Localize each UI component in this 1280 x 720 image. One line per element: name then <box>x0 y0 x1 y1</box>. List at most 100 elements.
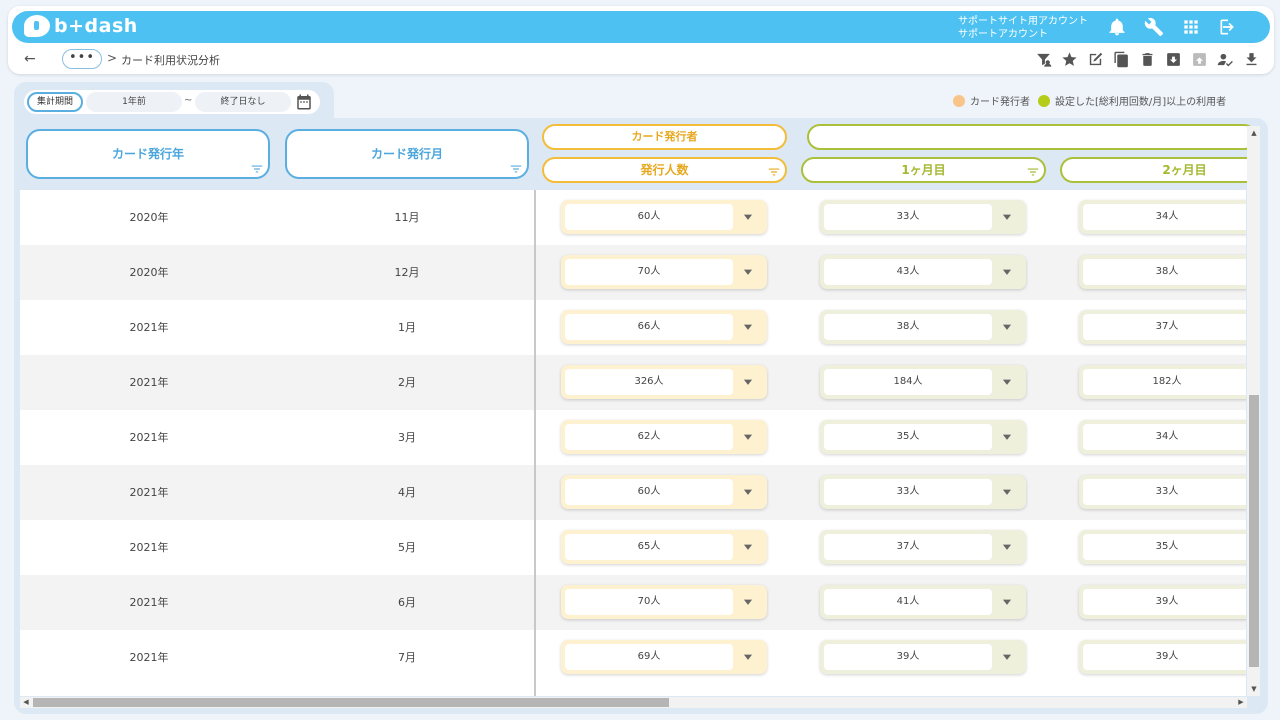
logout-icon[interactable] <box>1216 15 1240 39</box>
scroll-up-arrow-icon[interactable]: ▲ <box>1249 128 1259 138</box>
wrench-icon[interactable] <box>1142 15 1166 39</box>
table-row: 2020年 12月 70人 43人 38人 <box>20 245 1246 300</box>
download-icon[interactable] <box>1241 49 1261 69</box>
scroll-left-arrow-icon[interactable]: ◀ <box>21 697 31 708</box>
cell-month2-box: 34人 <box>1079 200 1246 234</box>
header-card: b+dash サポートサイト用アカウント サポートアカウント ← ••• > カ… <box>8 6 1274 74</box>
cell-month1-box: 39人 <box>820 640 1026 674</box>
cell-month1-box: 41人 <box>820 585 1026 619</box>
column-header-year[interactable]: カード発行年 <box>26 129 270 179</box>
back-button[interactable]: ← <box>24 51 36 67</box>
column-header-month2[interactable]: 2ヶ月目 <box>1060 157 1260 183</box>
trash-icon[interactable] <box>1137 49 1157 69</box>
table-row: 2021年 2月 326人 184人 182人 <box>20 355 1246 410</box>
user-check-icon[interactable] <box>1215 49 1235 69</box>
chevron-down-icon[interactable] <box>996 426 1018 448</box>
edit-icon[interactable] <box>1085 49 1105 69</box>
chevron-down-icon[interactable] <box>996 536 1018 558</box>
legend-item-issuer: カード発行者 <box>953 93 1030 108</box>
table-row: 2021年 3月 62人 35人 34人 <box>20 410 1246 465</box>
chevron-down-icon[interactable] <box>996 316 1018 338</box>
page-title: カード利用状況分析 <box>121 54 220 67</box>
breadcrumb-more-button[interactable]: ••• <box>62 49 102 69</box>
top-navbar: b+dash サポートサイト用アカウント サポートアカウント <box>12 11 1270 43</box>
cell-month2-box: 33人 <box>1079 475 1246 509</box>
cell-issued-count-box: 326人 <box>561 365 767 399</box>
cell-month2-box: 37人 <box>1079 310 1246 344</box>
account-info[interactable]: サポートサイト用アカウント サポートアカウント <box>958 15 1088 41</box>
filter-icon[interactable] <box>767 164 781 178</box>
filter-icon[interactable] <box>250 149 264 173</box>
chevron-down-icon[interactable] <box>737 261 759 283</box>
column-header-month1[interactable]: 1ヶ月目 <box>801 157 1046 183</box>
copy-icon[interactable] <box>1111 49 1131 69</box>
chevron-down-icon[interactable] <box>737 481 759 503</box>
chevron-down-icon[interactable] <box>737 316 759 338</box>
cell-year: 2020年 <box>129 211 169 224</box>
horizontal-scrollbar-thumb[interactable] <box>33 698 669 707</box>
cell-issued-count: 62人 <box>565 424 733 450</box>
calendar-icon[interactable] <box>295 93 313 111</box>
legend-label-users: 設定した[総利用回数/月]以上の利用者 <box>1055 97 1227 108</box>
chevron-down-icon[interactable] <box>737 206 759 228</box>
table-row: 2021年 7月 69人 39人 39人 <box>20 630 1246 685</box>
cell-month: 11月 <box>394 211 420 224</box>
chevron-down-icon[interactable] <box>996 481 1018 503</box>
chevron-down-icon[interactable] <box>737 426 759 448</box>
chevron-down-icon[interactable] <box>737 536 759 558</box>
column-header-issued-count-label: 発行人数 <box>640 163 689 177</box>
cell-month1-box: 37人 <box>820 530 1026 564</box>
cell-issued-count-box: 60人 <box>561 475 767 509</box>
cell-month2-box: 35人 <box>1079 530 1246 564</box>
cell-issued-count: 65人 <box>565 534 733 560</box>
cell-month1-box: 33人 <box>820 200 1026 234</box>
cell-month: 1月 <box>398 321 416 334</box>
apps-grid-icon[interactable] <box>1179 15 1203 39</box>
scroll-down-arrow-icon[interactable]: ▼ <box>1249 684 1259 694</box>
cell-issued-count: 60人 <box>565 479 733 505</box>
legend: カード発行者 設定した[総利用回数/月]以上の利用者 <box>953 93 1234 108</box>
cell-month1: 39人 <box>824 644 992 670</box>
chevron-down-icon[interactable] <box>996 261 1018 283</box>
star-icon[interactable] <box>1059 49 1079 69</box>
period-label[interactable]: 集計期間 <box>27 92 83 112</box>
cell-month1-box: 184人 <box>820 365 1026 399</box>
chevron-down-icon[interactable] <box>996 591 1018 613</box>
column-header-month[interactable]: カード発行月 <box>285 129 529 179</box>
filter-icon[interactable] <box>509 149 523 173</box>
cell-year: 2021年 <box>129 486 169 499</box>
bell-icon[interactable] <box>1105 15 1129 39</box>
archive-down-icon[interactable] <box>1163 49 1183 69</box>
cell-issued-count-box: 70人 <box>561 255 767 289</box>
column-header-issued-count[interactable]: 発行人数 <box>542 157 787 183</box>
filter-icon[interactable] <box>1026 164 1040 178</box>
cell-year: 2021年 <box>129 321 169 334</box>
vertical-scrollbar-thumb[interactable] <box>1249 395 1259 667</box>
chevron-down-icon[interactable] <box>737 646 759 668</box>
cell-year: 2021年 <box>129 541 169 554</box>
app-logo[interactable]: b+dash <box>24 15 138 37</box>
filter-user-icon[interactable] <box>1033 49 1053 69</box>
cell-month2-box: 34人 <box>1079 420 1246 454</box>
cell-month2: 39人 <box>1083 644 1246 670</box>
group-header-issuer-label: カード発行者 <box>631 130 698 143</box>
date-start-field[interactable]: 1年前 <box>86 92 182 112</box>
legend-dot-users <box>1038 94 1050 107</box>
cell-month2-box: 39人 <box>1079 640 1246 674</box>
cell-issued-count: 69人 <box>565 644 733 670</box>
chevron-down-icon[interactable] <box>996 371 1018 393</box>
cell-year: 2021年 <box>129 596 169 609</box>
table-row: 2021年 6月 70人 41人 39人 <box>20 575 1246 630</box>
action-toolbar <box>1033 49 1261 69</box>
group-header-users <box>807 124 1257 150</box>
chevron-down-icon[interactable] <box>996 646 1018 668</box>
scroll-right-arrow-icon[interactable]: ▶ <box>1236 697 1246 708</box>
chevron-down-icon[interactable] <box>737 591 759 613</box>
date-end-field[interactable]: 終了日なし <box>195 92 291 112</box>
cell-issued-count: 60人 <box>565 204 733 230</box>
chevron-down-icon[interactable] <box>737 371 759 393</box>
archive-up-icon[interactable] <box>1189 49 1209 69</box>
cell-month2: 37人 <box>1083 314 1246 340</box>
cell-year: 2021年 <box>129 651 169 664</box>
chevron-down-icon[interactable] <box>996 206 1018 228</box>
